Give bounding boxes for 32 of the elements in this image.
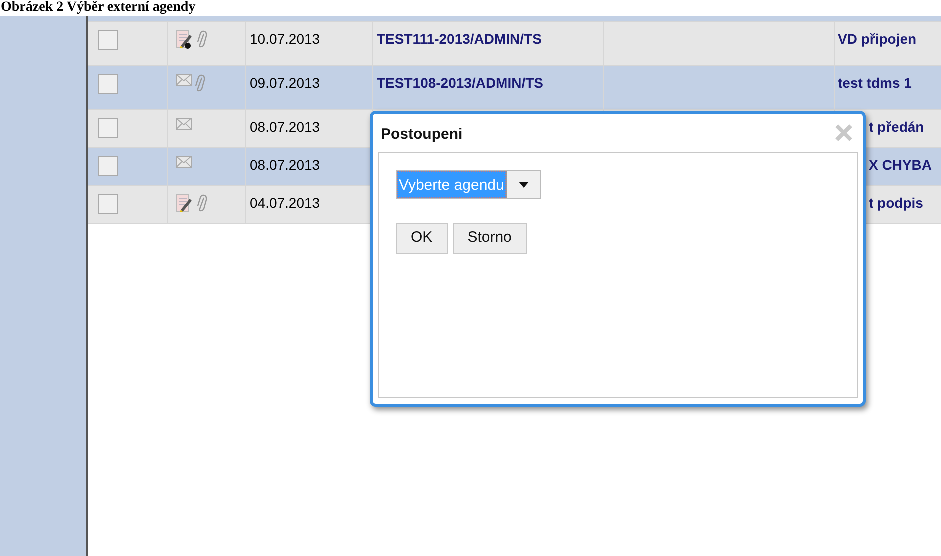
close-icon[interactable]	[834, 123, 854, 143]
date-cell: 09.07.2013	[250, 75, 320, 91]
document-pen-icon	[176, 194, 194, 214]
checkbox[interactable]	[98, 118, 118, 138]
envelope-icon	[176, 156, 192, 168]
table-row[interactable]: 10.07.2013 TEST111-2013/ADMIN/TS VD připojen	[88, 22, 941, 66]
paperclip-icon	[195, 74, 205, 92]
table-row[interactable]: 09.07.2013 TEST108-2013/ADMIN/TS test tdms 1	[88, 66, 941, 110]
subject-link[interactable]: t předán	[869, 119, 924, 135]
reference-link[interactable]: TEST111-2013/ADMIN/TS	[377, 31, 542, 47]
subject-link[interactable]: test tdms 1	[838, 75, 912, 91]
envelope-icon	[176, 118, 192, 130]
paperclip-icon	[197, 30, 207, 48]
subject-link[interactable]: VD připojen	[838, 31, 917, 47]
subject-link[interactable]: t podpis	[869, 195, 924, 211]
checkbox[interactable]	[98, 74, 118, 94]
checkbox[interactable]	[98, 30, 118, 50]
paperclip-icon	[197, 194, 207, 212]
cancel-button[interactable]: Storno	[452, 223, 527, 254]
envelope-icon	[176, 74, 192, 86]
reference-link[interactable]: TEST108-2013/ADMIN/TS	[377, 75, 544, 91]
date-cell: 08.07.2013	[250, 119, 320, 135]
subject-link[interactable]: X CHYBA	[869, 157, 932, 173]
ok-button[interactable]: OK	[396, 223, 448, 254]
checkbox[interactable]	[98, 156, 118, 176]
dialog-title: Postoupeni	[381, 124, 463, 145]
date-cell: 10.07.2013	[250, 31, 320, 47]
date-cell: 04.07.2013	[250, 195, 320, 211]
figure-caption: Obrázek 2 Výběr externí agendy	[0, 0, 196, 16]
date-cell: 08.07.2013	[250, 157, 320, 173]
checkbox[interactable]	[98, 194, 118, 214]
document-pen-badge-icon	[176, 30, 194, 50]
